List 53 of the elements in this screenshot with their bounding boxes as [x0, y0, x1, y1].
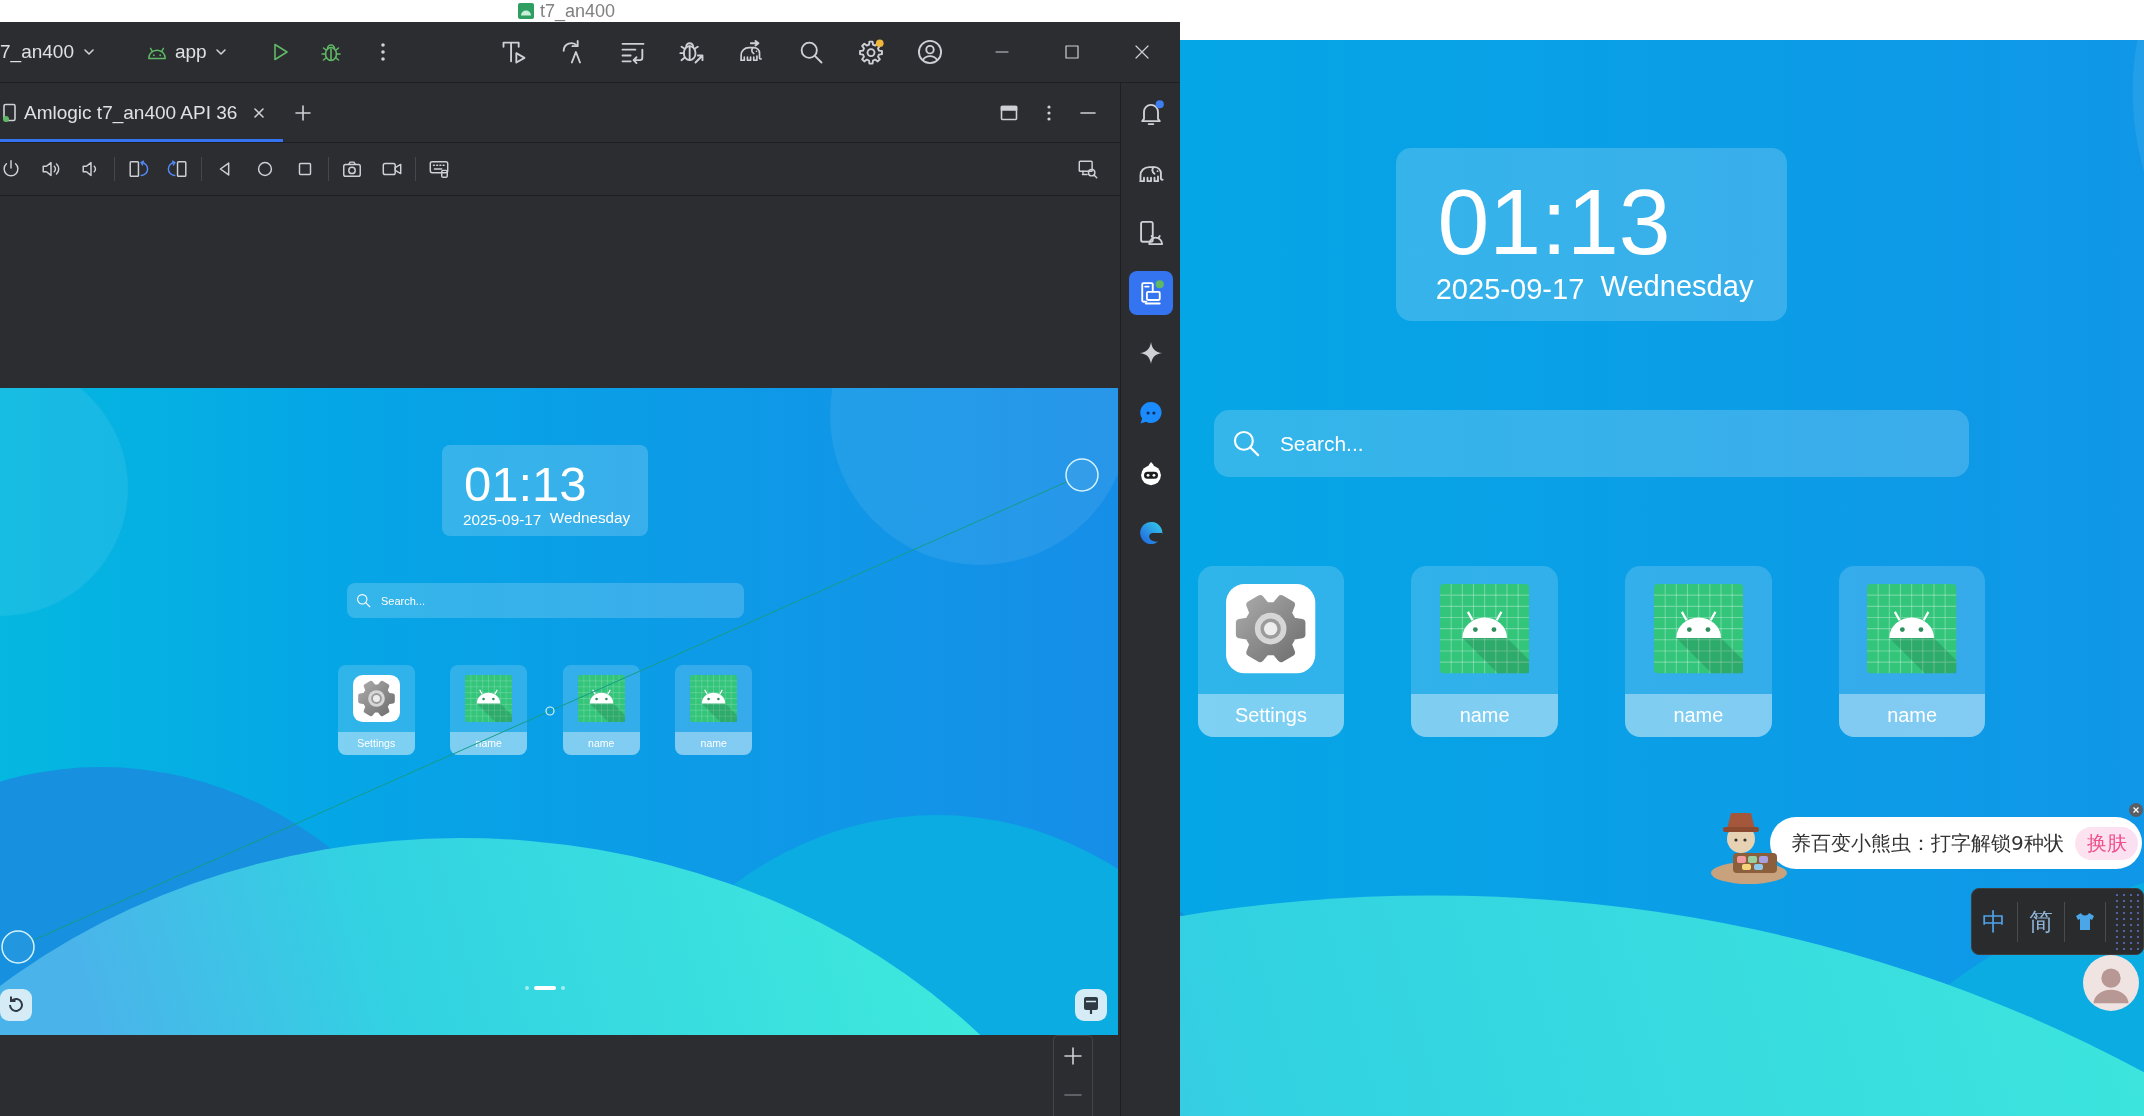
skin-button[interactable]: 换肤 [2075, 826, 2138, 860]
device-mirror-icon[interactable] [1128, 271, 1173, 315]
project-selector[interactable]: 7_an400 [0, 41, 96, 63]
camera-icon[interactable] [341, 158, 363, 180]
android-icon [1440, 584, 1530, 674]
window-title: t7_an400 [540, 1, 616, 21]
touch-point-icon[interactable] [1, 930, 35, 964]
ime-toggle-button[interactable]: 中 [1979, 903, 2009, 940]
close-icon[interactable] [253, 106, 266, 119]
app-tile[interactable]: name [450, 665, 528, 755]
keyboard-icon[interactable] [428, 158, 450, 180]
app-tile[interactable]: name [562, 665, 640, 755]
android-icon [1867, 584, 1957, 674]
account-icon[interactable] [916, 38, 945, 66]
tip-text: 养百变小熊虫：打字解锁9种状 [1791, 829, 2064, 857]
touch-point-icon[interactable] [1065, 458, 1099, 492]
device-tab[interactable]: Amlogic t7_an400 API 36 [0, 83, 284, 142]
app-tile[interactable]: name [1625, 566, 1772, 738]
app-tile[interactable]: name [1411, 566, 1558, 738]
search-icon [356, 593, 371, 608]
android-icon [465, 674, 513, 722]
android-icon [1653, 584, 1743, 674]
more-icon[interactable] [1047, 104, 1051, 121]
app-tile[interactable]: name [1838, 566, 1986, 738]
zoom-in-icon[interactable] [1064, 1047, 1082, 1065]
settings-icon[interactable] [856, 38, 885, 66]
more-icon[interactable] [379, 42, 386, 62]
app-tile[interactable]: Settings [1197, 566, 1345, 738]
rotate-left-icon[interactable] [127, 158, 149, 180]
clock-weekday: Wednesday [1600, 272, 1754, 305]
ime-toggle-button[interactable]: 简 [2026, 903, 2056, 940]
plus-icon[interactable] [295, 104, 312, 121]
run-configuration-selector[interactable]: app [145, 41, 228, 63]
phone-icon [2, 102, 18, 123]
close-icon[interactable] [2129, 803, 2143, 817]
rotate-right-icon[interactable] [167, 158, 189, 180]
window-icon[interactable] [1000, 103, 1018, 122]
touch-center-icon [545, 706, 555, 716]
app-icon [518, 3, 534, 19]
clock-time: 01:13 [1437, 176, 1671, 270]
app-tile[interactable]: Settings [337, 665, 415, 755]
clock-date: 2025-09-17 [463, 511, 542, 527]
search-icon [1232, 429, 1261, 458]
keyboard-icon[interactable] [1075, 989, 1107, 1021]
app-tile[interactable]: name [675, 665, 753, 755]
dots-grip-icon[interactable] [2114, 891, 2140, 952]
rotate-icon[interactable] [0, 989, 32, 1021]
window-search-icon[interactable] [1077, 158, 1099, 180]
gear-icon [1226, 584, 1316, 674]
android-icon [690, 674, 738, 722]
clock-time: 01:13 [464, 459, 587, 509]
clock-weekday: Wednesday [549, 510, 631, 527]
clock-date: 2025-09-17 [1435, 275, 1585, 305]
